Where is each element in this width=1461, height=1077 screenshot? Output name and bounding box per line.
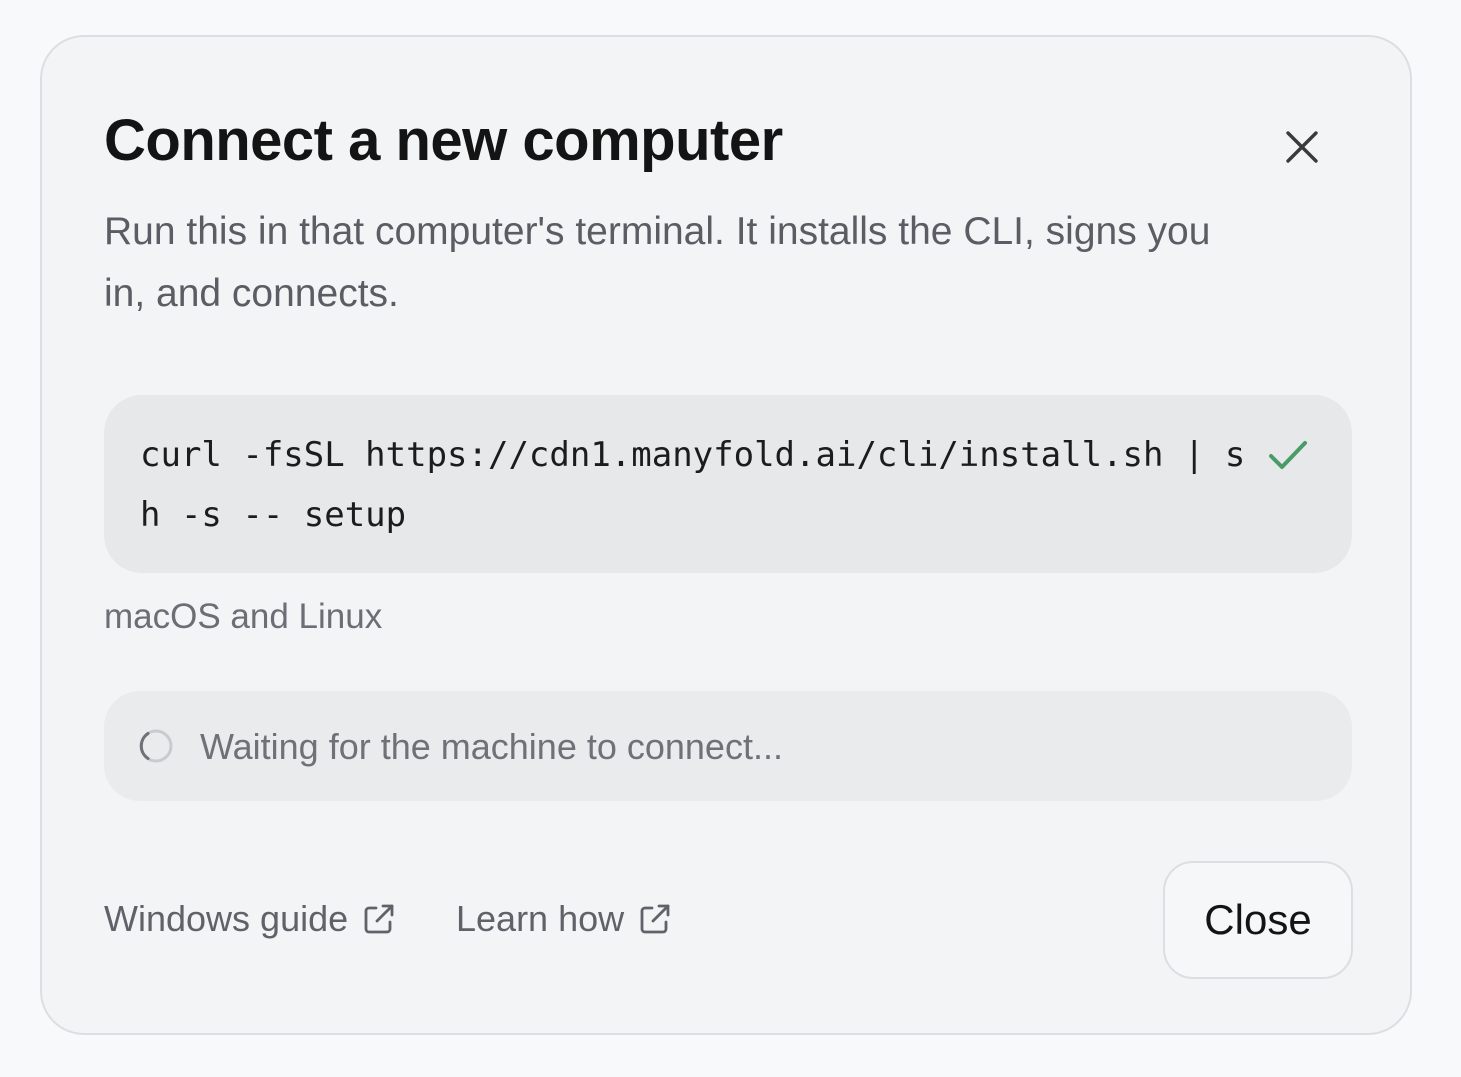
dialog-subtitle: Run this in that computer's terminal. It… (104, 210, 1211, 315)
close-button[interactable]: Close (1163, 861, 1353, 979)
install-command-block[interactable]: curl -fsSL https://cdn1.manyfold.ai/cli/… (104, 395, 1352, 573)
spinner-icon (139, 729, 173, 763)
external-link-icon (364, 904, 394, 934)
close-x-glyph (1286, 131, 1318, 163)
connection-status: Waiting for the machine to connect... (104, 691, 1352, 801)
external-link-icon (640, 904, 670, 934)
learn-how-label: Learn how (456, 898, 625, 939)
install-command[interactable]: curl -fsSL https://cdn1.manyfold.ai/cli/… (140, 425, 1250, 545)
checkmark-icon[interactable] (1264, 431, 1312, 479)
windows-guide-label: Windows guide (104, 898, 349, 939)
connect-computer-dialog: Connect a new computer Run this in that … (40, 35, 1412, 1035)
close-icon[interactable] (1274, 119, 1330, 175)
dialog-title: Connect a new computer (104, 108, 783, 173)
learn-how-link[interactable]: Learn how (456, 895, 672, 943)
windows-guide-link[interactable]: Windows guide (104, 895, 396, 943)
status-text: Waiting for the machine to connect... (200, 726, 783, 767)
platform-note: macOS and Linux (104, 597, 383, 636)
